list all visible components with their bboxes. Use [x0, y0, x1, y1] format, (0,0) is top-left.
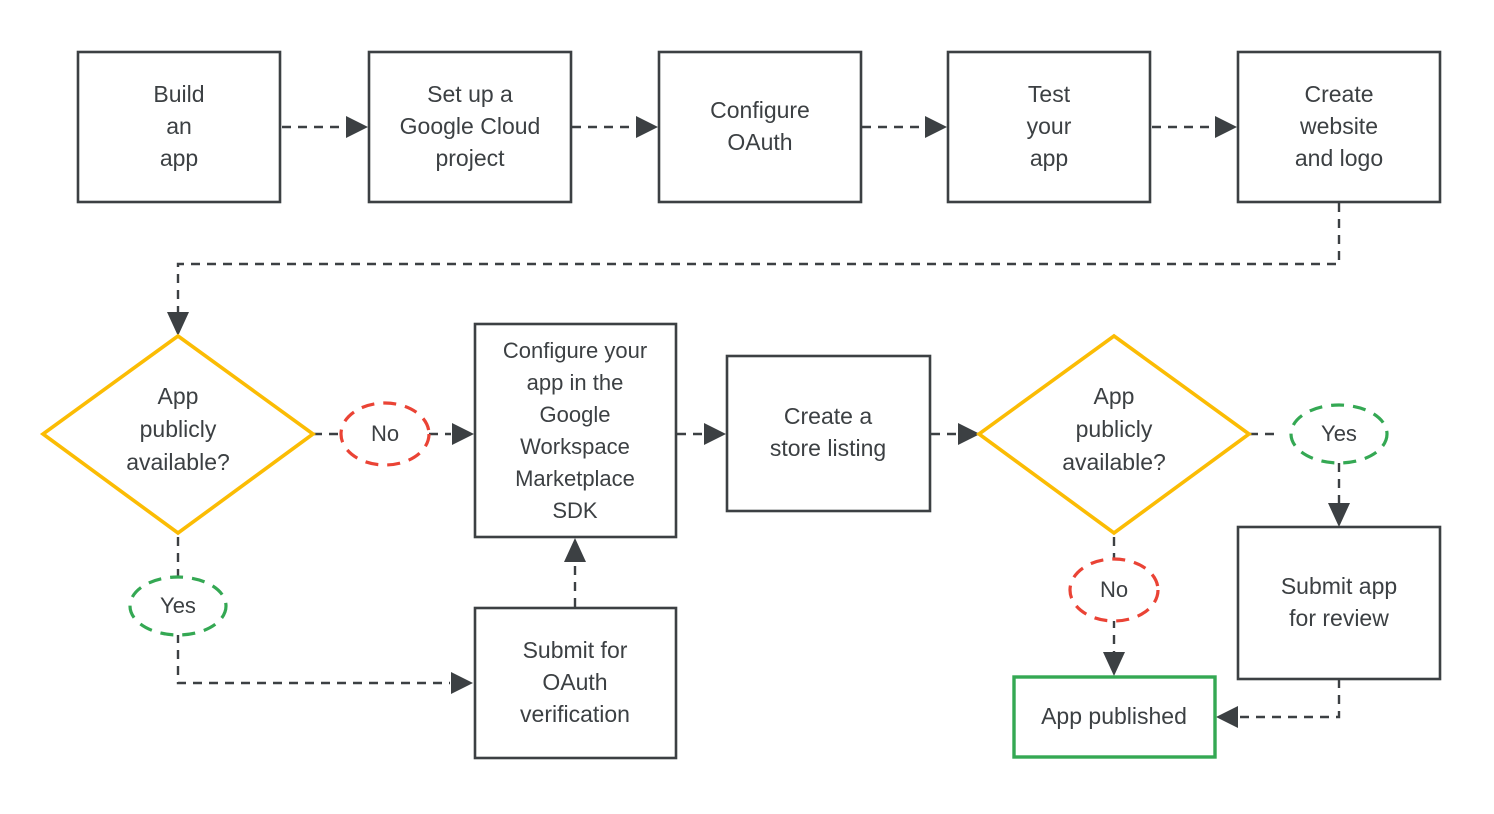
node-label-line: Set up a	[427, 81, 513, 107]
edge-build-to-setup	[282, 116, 368, 138]
node-label-line: app in the	[527, 370, 624, 395]
edge-label-yes-2: Yes	[1289, 403, 1389, 465]
node-label-line: publicly	[1076, 416, 1153, 442]
node-build-an-app[interactable]: Build an app	[76, 50, 282, 204]
node-label-line: Google	[540, 402, 611, 427]
edge-line	[176, 634, 450, 685]
node-create-store-listing[interactable]: Create a store listing	[725, 354, 932, 513]
flowchart-svg: Build an app Set up a Google Cloud proje…	[39, 50, 1442, 760]
node-label-line: available?	[1062, 449, 1166, 475]
edge-label-no-2: No	[1068, 557, 1160, 623]
arrowhead-icon	[1215, 116, 1237, 138]
node-submit-oauth[interactable]: Submit for OAuth verification	[473, 606, 678, 760]
node-shape	[725, 354, 932, 513]
node-label-line: Configure your	[503, 338, 647, 363]
node-shape	[1236, 525, 1442, 681]
node-label-line: Workspace	[520, 434, 630, 459]
node-test-your-app[interactable]: Test your app	[946, 50, 1152, 204]
node-label-line: Submit app	[1281, 573, 1397, 599]
edge-website-to-decision1	[167, 203, 1341, 336]
edge-sdk-to-storelisting	[677, 423, 726, 445]
node-submit-for-review[interactable]: Submit app for review	[1236, 525, 1442, 681]
node-label-line: Marketplace	[515, 466, 635, 491]
node-label-line: OAuth	[542, 669, 607, 695]
node-label-line: Create a	[784, 403, 872, 429]
arrowhead-icon	[704, 423, 726, 445]
edge-label-text: No	[371, 421, 399, 446]
arrowhead-icon	[636, 116, 658, 138]
node-label-line: store listing	[770, 435, 886, 461]
edge-label-yes-1: Yes	[128, 575, 228, 637]
node-label-line: SDK	[552, 498, 598, 523]
node-label-line: App	[158, 383, 199, 409]
node-label-line: app	[160, 145, 198, 171]
edge-line	[1239, 679, 1341, 719]
edge-test-to-website	[1152, 116, 1237, 138]
node-create-website-logo[interactable]: Create website and logo	[1236, 50, 1442, 204]
arrowhead-icon	[564, 538, 586, 562]
edge-oauth-to-test	[862, 116, 947, 138]
arrowhead-icon	[1328, 503, 1350, 527]
node-label-line: Submit for	[523, 637, 628, 663]
node-label-line: Test	[1028, 81, 1071, 107]
edge-storelisting-to-decision2	[931, 423, 980, 445]
node-configure-oauth[interactable]: Configure OAuth	[657, 50, 863, 204]
node-label-line: OAuth	[727, 129, 792, 155]
node-label-line: Google Cloud	[400, 113, 541, 139]
node-label-line: for review	[1289, 605, 1389, 631]
edge-submitoauth-to-sdk	[564, 538, 586, 607]
node-label-line: available?	[126, 449, 230, 475]
arrowhead-icon	[346, 116, 368, 138]
arrowhead-icon	[1103, 652, 1125, 676]
node-label-line: your	[1027, 113, 1072, 139]
arrowhead-icon	[167, 312, 189, 336]
node-label-line: app	[1030, 145, 1068, 171]
arrowhead-icon	[452, 423, 474, 445]
edge-review-to-published	[1216, 679, 1341, 728]
node-label-line: Configure	[710, 97, 810, 123]
arrowhead-icon	[451, 672, 473, 694]
node-label-line: an	[166, 113, 192, 139]
node-configure-sdk[interactable]: Configure your app in the Google Workspa…	[473, 322, 678, 539]
edge-setup-to-oauth	[572, 116, 658, 138]
node-decision-public-2[interactable]: App publicly available?	[975, 333, 1253, 536]
node-label-line: Create	[1304, 81, 1373, 107]
node-label-line: publicly	[140, 416, 217, 442]
node-shape	[657, 50, 863, 204]
node-label-line: Build	[153, 81, 204, 107]
node-label-line: verification	[520, 701, 630, 727]
node-label-line: and logo	[1295, 145, 1383, 171]
flowchart-canvas: Build an app Set up a Google Cloud proje…	[0, 0, 1494, 814]
edge-label-no-1: No	[339, 401, 431, 467]
edge-label-text: No	[1100, 577, 1128, 602]
node-label-line: website	[1299, 113, 1378, 139]
node-label-line: project	[435, 145, 505, 171]
node-decision-public-1[interactable]: App publicly available?	[39, 333, 317, 536]
arrowhead-icon	[1216, 706, 1238, 728]
edge-label-text: Yes	[160, 593, 196, 618]
edge-line	[176, 203, 1341, 312]
arrowhead-icon	[925, 116, 947, 138]
node-set-up-project[interactable]: Set up a Google Cloud project	[367, 50, 573, 204]
node-app-published[interactable]: App published	[1012, 675, 1217, 759]
edge-label-text: Yes	[1321, 421, 1357, 446]
node-label-line: App	[1094, 383, 1135, 409]
node-label-line: App published	[1041, 703, 1187, 729]
